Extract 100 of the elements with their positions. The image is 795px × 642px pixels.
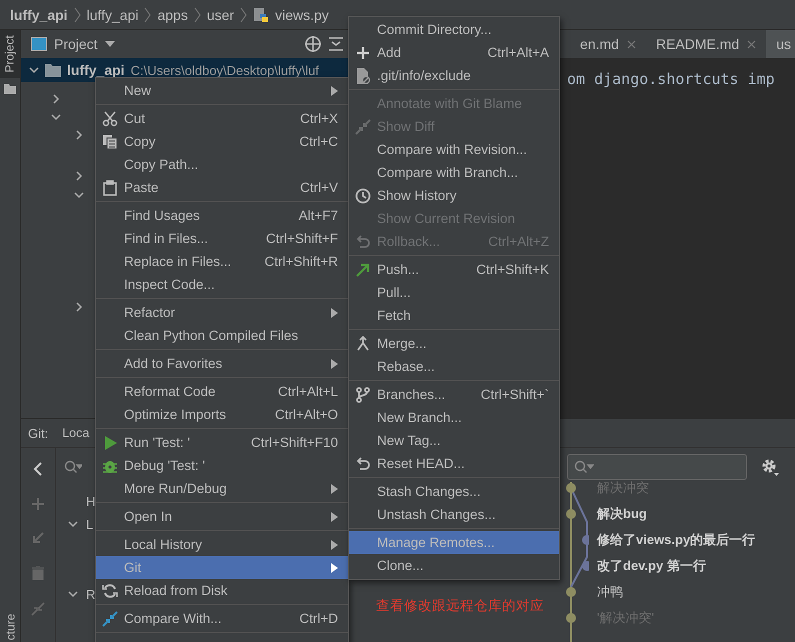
breadcrumb-item[interactable]: user [206,6,234,22]
submenu-arrow-icon [331,512,338,522]
close-icon[interactable] [747,40,756,48]
clock-icon [355,188,371,204]
menu-item[interactable]: Show History [349,184,559,207]
tree-label[interactable]: H [86,494,96,508]
menu-item[interactable]: More Run/Debug [96,477,348,500]
breadcrumb-item[interactable]: luffy_api [10,6,68,22]
copy-icon [102,134,118,150]
chevron-icon [194,6,201,22]
editor-tab[interactable]: us [766,30,795,58]
menu-item[interactable]: Reload from Disk [96,579,348,602]
menu-item[interactable]: Merge... [349,332,559,355]
chevron-icon [144,6,152,22]
submenu-arrow-icon [331,358,338,368]
menu-item[interactable]: Cut Ctrl+X [96,107,348,130]
menu-item[interactable]: Find Usages Alt+F7 [96,204,348,227]
play-icon [102,434,118,450]
panel-title[interactable]: Project [54,36,98,52]
annotation-text: 查看修改跟远程仓库的对应 [376,597,544,615]
tree-label: luffy_api [67,62,125,78]
collapse-icon[interactable] [329,36,343,52]
chevron-icon[interactable] [74,130,84,140]
menu-item[interactable]: Replace in Files... Ctrl+Shift+R [96,250,348,273]
dropdown-icon[interactable] [104,41,115,47]
menu-item[interactable]: Inspect Code... [96,273,348,296]
menu-item[interactable]: New Branch... [349,406,559,429]
path-text: C:\Users\oldboy\Desktop\luffy\luf [130,62,319,78]
commit-message[interactable]: 解决bug [597,508,756,534]
menu-item[interactable]: Run 'Test: ' Ctrl+Shift+F10 [96,431,348,454]
submenu-arrow-icon [331,86,338,96]
back-icon[interactable] [33,462,43,476]
window-icon [31,37,47,51]
menu-item[interactable]: Optimize Imports Ctrl+Alt+O [96,403,348,426]
menu-item[interactable]: Add Ctrl+Alt+A [349,41,559,64]
breadcrumb-item[interactable]: views.py [275,6,329,22]
menu-item[interactable]: Copy Path... [96,153,348,176]
menu-item[interactable]: Clean Python Compiled Files [96,324,348,347]
menu-item[interactable]: Fetch [349,304,559,327]
submenu-arrow-icon [331,484,338,494]
menu-item[interactable]: Unstash Changes... [349,503,559,526]
menu-item[interactable]: .git/info/exclude [349,64,559,87]
menu-item[interactable]: New [96,79,348,102]
menu-item[interactable]: Commit Directory... [349,18,559,41]
breadcrumb-item[interactable]: apps [157,6,188,22]
undo-icon [355,456,371,472]
file-icon [355,68,371,84]
plus-icon [355,44,371,60]
menu-item[interactable]: Push... Ctrl+Shift+K [349,258,559,281]
undo-icon [355,234,371,250]
menu-item[interactable]: Reset HEAD... [349,452,559,475]
menu-item[interactable]: Stash Changes... [349,480,559,503]
menu-item[interactable]: Find in Files... Ctrl+Shift+F [96,227,348,250]
menu-item[interactable]: Debug 'Test: ' [96,454,348,477]
menu-item[interactable]: Clone... [349,554,559,577]
merge-icon [355,336,371,352]
chevron-icon[interactable] [29,65,39,75]
menu-item[interactable]: Paste Ctrl+V [96,176,348,199]
folder-icon [4,84,16,94]
chevron-icon[interactable] [74,302,84,312]
menu-item[interactable]: Refactor [96,301,348,324]
commit-message[interactable]: 改了dev.py 第一行 [597,560,756,586]
close-icon[interactable] [626,40,636,48]
chevron-icon[interactable] [68,519,78,529]
reload-icon [102,582,118,598]
menu-item[interactable]: Branches... Ctrl+Shift+` [349,383,559,406]
menu-item[interactable]: Open In [96,505,348,528]
structure-tab[interactable]: cture [0,612,20,642]
arrow-icon [355,262,371,278]
search-icon [574,460,594,474]
menu-item[interactable]: Compare with Branch... [349,161,559,184]
menu-item[interactable]: Rebase... [349,355,559,378]
chevron-icon[interactable] [68,589,78,599]
menu-item[interactable]: Add to Favorites [96,352,348,375]
breadcrumb-item[interactable]: luffy_api [86,6,138,22]
submenu-arrow-icon [331,308,338,318]
tree-label[interactable]: L [86,516,94,532]
clipboard-icon [102,180,118,196]
tree-label[interactable]: R [86,586,96,602]
target-icon[interactable] [304,35,322,53]
editor-tab[interactable]: en.md [570,30,646,58]
project-tab[interactable]: Project [0,30,20,78]
menu-item[interactable]: Reformat Code Ctrl+Alt+L [96,380,348,403]
menu-item[interactable]: Compare With... Ctrl+D [96,607,348,630]
editor-tab[interactable]: README.md [646,30,766,58]
folder-icon [45,64,61,76]
menu-item[interactable]: Copy Ctrl+C [96,130,348,153]
search-icon[interactable] [64,460,82,474]
panel-tab[interactable]: Loca [62,426,90,440]
search-field[interactable] [567,454,747,480]
compare-icon [355,118,371,134]
menu-item[interactable]: Local History [96,533,348,556]
python-file-icon [253,6,270,22]
menu-item[interactable]: Pull... [349,281,559,304]
menu-item[interactable]: New Tag... [349,429,559,452]
submenu-arrow-icon [331,562,338,572]
menu-item[interactable]: Compare with Revision... [349,138,559,161]
commit-message[interactable]: 冲鸭 [597,586,756,612]
commit-message[interactable]: 修给了views.py的最后一行 [597,534,756,560]
settings-icon[interactable] [761,458,779,476]
